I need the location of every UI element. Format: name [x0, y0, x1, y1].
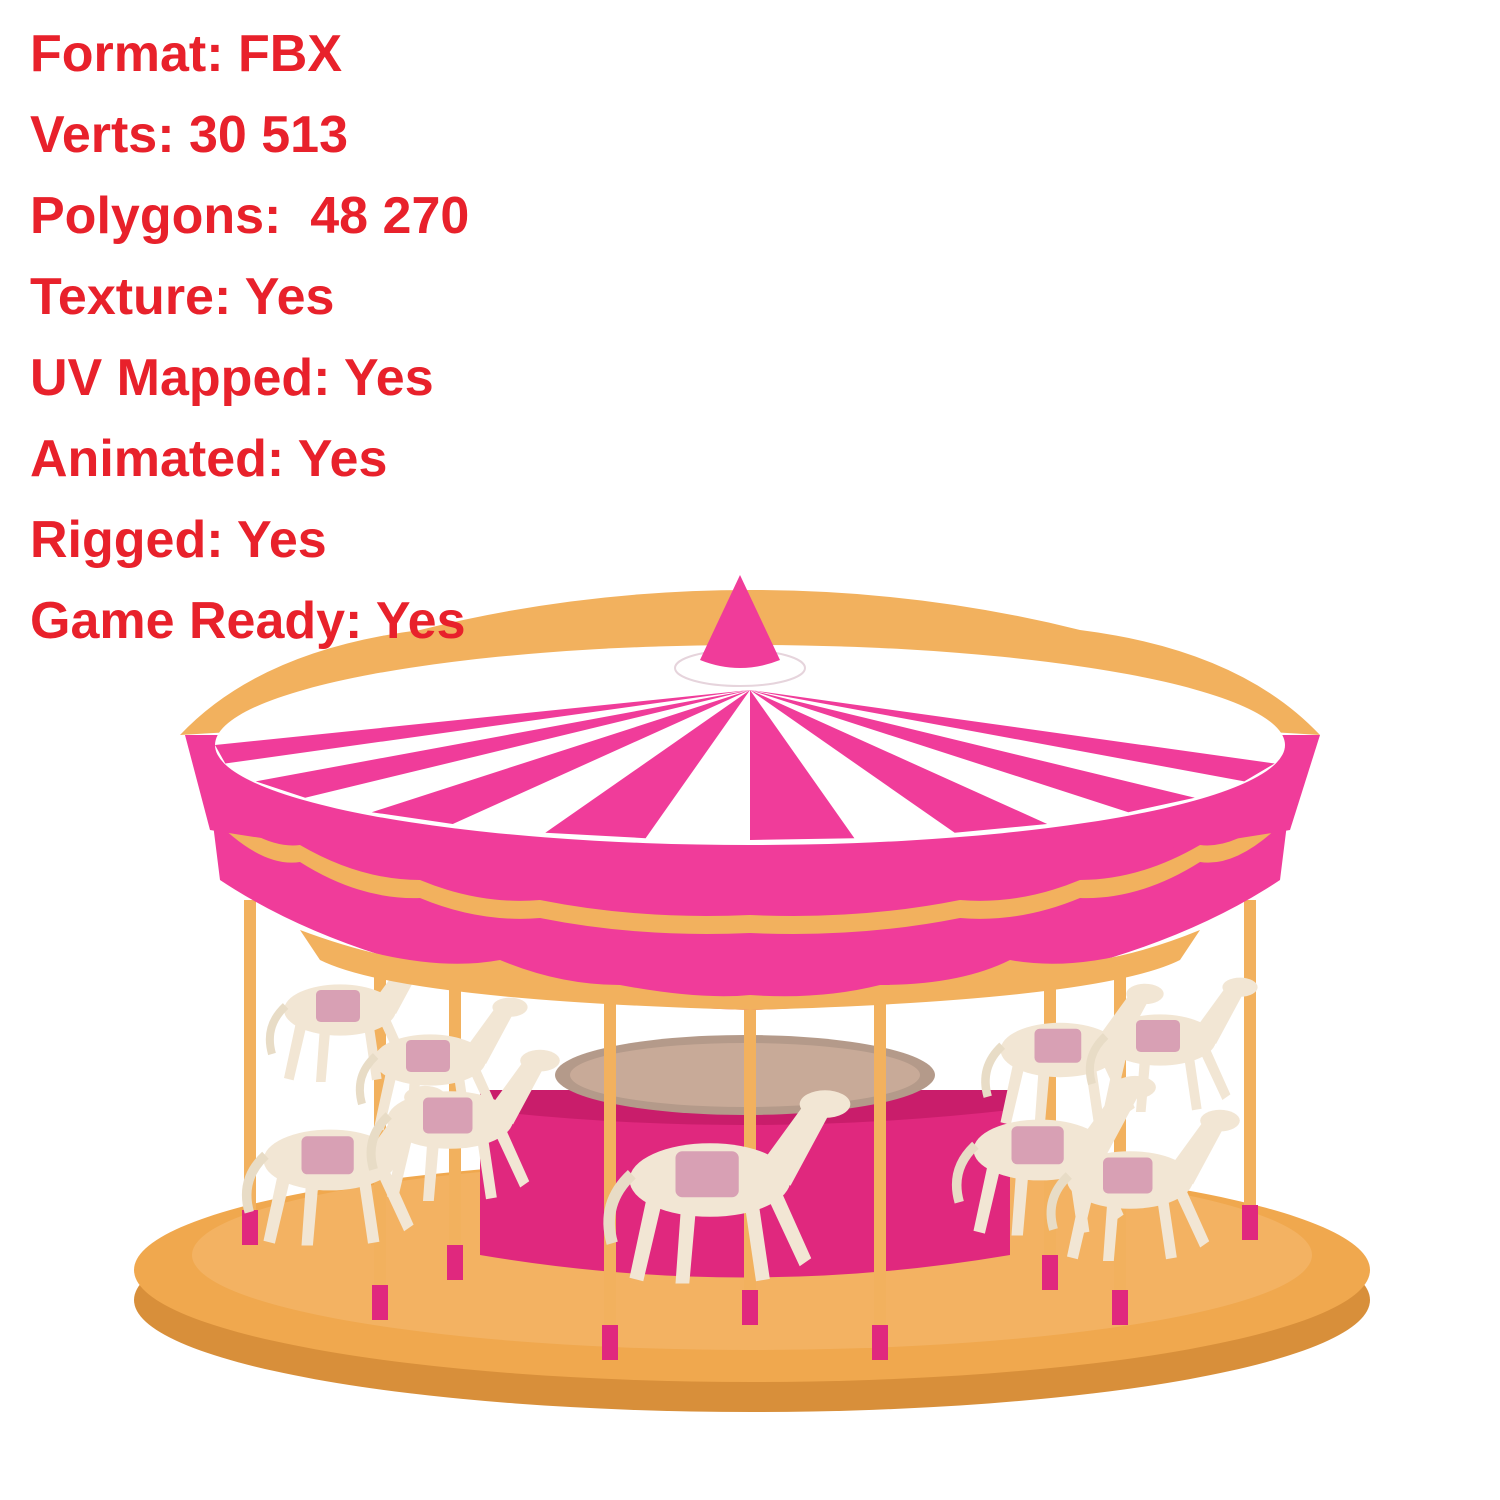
- pole: [1244, 900, 1256, 1240]
- pole-base: [1242, 1205, 1258, 1240]
- pole-base: [1042, 1255, 1058, 1290]
- spec-polygons: Polygons: 48 270: [30, 187, 470, 245]
- spec-uv-mapped: UV Mapped: Yes: [30, 349, 434, 407]
- spec-game-ready: Game Ready: Yes: [30, 592, 466, 650]
- spec-format: Format: FBX: [30, 25, 342, 83]
- pole-base: [447, 1245, 463, 1280]
- pole-base: [742, 1290, 758, 1325]
- pole: [604, 990, 616, 1360]
- spec-verts: Verts: 30 513: [30, 106, 349, 164]
- spec-animated: Animated: Yes: [30, 430, 388, 488]
- spec-rigged: Rigged: Yes: [30, 511, 327, 569]
- pole: [874, 990, 886, 1360]
- pole-base: [602, 1325, 618, 1360]
- spec-texture: Texture: Yes: [30, 268, 335, 326]
- pole-base: [372, 1285, 388, 1320]
- model-spec-list: Format: FBX Verts: 30 513 Polygons: 48 2…: [30, 14, 469, 662]
- pole-base: [872, 1325, 888, 1360]
- pole-base: [242, 1210, 258, 1245]
- pole-base: [1112, 1290, 1128, 1325]
